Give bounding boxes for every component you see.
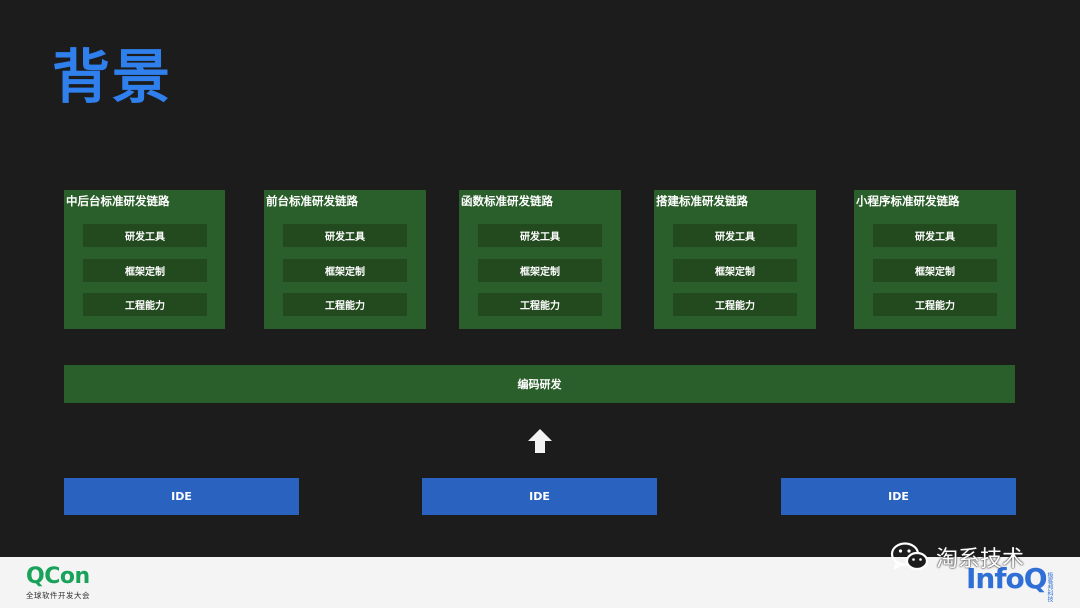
chain-item: 框架定制 [873,259,997,282]
chain-title: 前台标准研发链路 [266,194,358,208]
ide-box-3: IDE [781,478,1016,515]
chain-item: 工程能力 [673,293,797,316]
chain-title: 小程序标准研发链路 [856,194,960,208]
chain-item: 工程能力 [478,293,602,316]
chain-item: 工程能力 [83,293,207,316]
chain-title: 搭建标准研发链路 [656,194,748,208]
coding-bar: 编码研发 [64,365,1015,403]
chain-item: 研发工具 [873,224,997,247]
chain-item: 框架定制 [673,259,797,282]
ide-box-2: IDE [422,478,657,515]
chain-box-1: 中后台标准研发链路 研发工具 框架定制 工程能力 [64,190,225,329]
chain-item: 研发工具 [673,224,797,247]
chain-box-4: 搭建标准研发链路 研发工具 框架定制 工程能力 [654,190,816,329]
qcon-logo-text: QCon [26,564,90,589]
chain-box-2: 前台标准研发链路 研发工具 框架定制 工程能力 [264,190,426,329]
up-arrow-icon [528,429,552,453]
chain-item: 框架定制 [478,259,602,282]
qcon-subtitle: 全球软件开发大会 [26,591,90,600]
chain-item: 工程能力 [873,293,997,316]
chain-item: 工程能力 [283,293,407,316]
infoq-subtitle: 极客邦科技 [1046,572,1053,602]
chain-item: 研发工具 [83,224,207,247]
chain-item: 研发工具 [478,224,602,247]
watermark: 淘系技术 [890,540,1024,574]
chain-item: 框架定制 [283,259,407,282]
ide-box-1: IDE [64,478,299,515]
qcon-logo: QCon 全球软件开发大会 [26,566,90,601]
chain-item: 研发工具 [283,224,407,247]
chain-title: 中后台标准研发链路 [66,194,170,208]
chain-item: 框架定制 [83,259,207,282]
wechat-icon [890,542,929,571]
page-title: 背景 [52,43,173,111]
chain-title: 函数标准研发链路 [461,194,553,208]
watermark-text: 淘系技术 [936,547,1025,572]
chain-box-3: 函数标准研发链路 研发工具 框架定制 工程能力 [459,190,621,329]
chain-box-5: 小程序标准研发链路 研发工具 框架定制 工程能力 [854,190,1016,329]
